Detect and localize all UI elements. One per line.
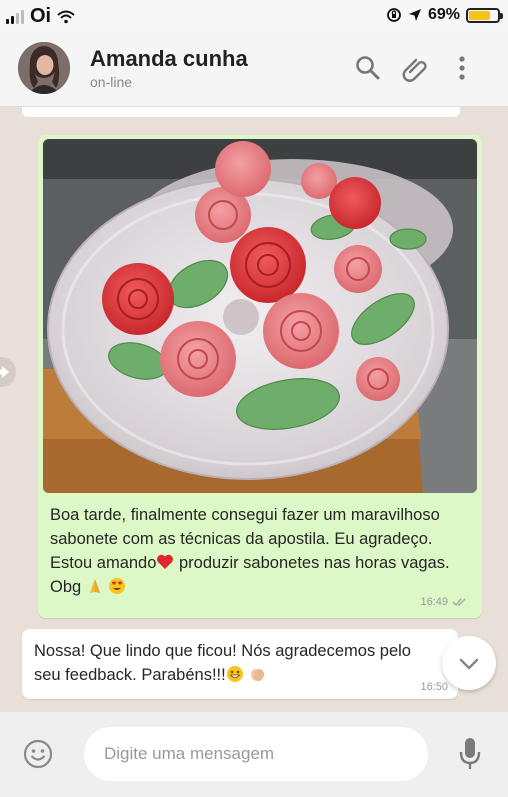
- message-input[interactable]: Digite uma mensagem: [84, 727, 428, 781]
- double-check-icon: [452, 598, 466, 607]
- emoji-icon[interactable]: [22, 738, 54, 770]
- attach-icon[interactable]: [402, 54, 430, 82]
- contact-name[interactable]: Amanda cunha: [90, 46, 248, 72]
- contact-status: on-line: [90, 74, 133, 90]
- forward-button[interactable]: [0, 357, 16, 387]
- location-icon: [408, 9, 421, 21]
- orientation-lock-icon: [387, 8, 401, 22]
- chat-area[interactable]: Boa tarde, finalmente consegui fazer um …: [0, 107, 508, 712]
- outgoing-message-text: Boa tarde, finalmente consegui fazer um …: [50, 503, 470, 599]
- composer-bar: Digite uma mensagem: [0, 712, 508, 797]
- incoming-message-text: Nossa! Que lindo que ficou! Nós agradece…: [34, 639, 434, 687]
- outgoing-message-time: 16:49: [420, 596, 448, 608]
- search-icon[interactable]: [354, 54, 382, 82]
- chat-header: Amanda cunha on-line: [0, 30, 508, 107]
- outgoing-message-meta: 16:49: [420, 596, 468, 608]
- message-input-placeholder: Digite uma mensagem: [104, 744, 275, 763]
- chevron-down-icon: [459, 658, 479, 670]
- microphone-icon[interactable]: [456, 736, 484, 772]
- battery-percent: 69%: [427, 6, 460, 23]
- wifi-icon: [57, 10, 75, 23]
- grinning-emoji: [226, 666, 243, 682]
- signal-icon: [6, 9, 24, 24]
- status-bar: Oi 69%: [0, 0, 508, 30]
- clapping-hands-emoji: [251, 669, 265, 681]
- previous-message-bubble: [22, 107, 460, 117]
- message-text-part: Nossa! Que lindo que ficou! Nós agradece…: [34, 642, 411, 684]
- soap-photo[interactable]: [43, 139, 477, 493]
- battery-icon: [466, 7, 503, 23]
- forward-icon: [0, 366, 9, 378]
- status-left: Oi: [6, 5, 75, 28]
- battery-level: [469, 10, 490, 20]
- carrier-name: Oi: [30, 5, 52, 27]
- avatar[interactable]: [18, 42, 70, 94]
- more-icon[interactable]: [454, 54, 470, 82]
- soap-image: [43, 139, 477, 493]
- status-right: 69%: [386, 6, 503, 24]
- incoming-message-bubble[interactable]: Nossa! Que lindo que ficou! Nós agradece…: [22, 629, 458, 699]
- avatar-photo: [18, 42, 70, 94]
- heart-eyes-emoji: [109, 578, 126, 594]
- scroll-down-button[interactable]: [442, 636, 496, 690]
- praying-hands-emoji: [89, 579, 100, 593]
- outgoing-message-bubble[interactable]: Boa tarde, finalmente consegui fazer um …: [38, 135, 482, 618]
- heart-emoji: [157, 554, 174, 569]
